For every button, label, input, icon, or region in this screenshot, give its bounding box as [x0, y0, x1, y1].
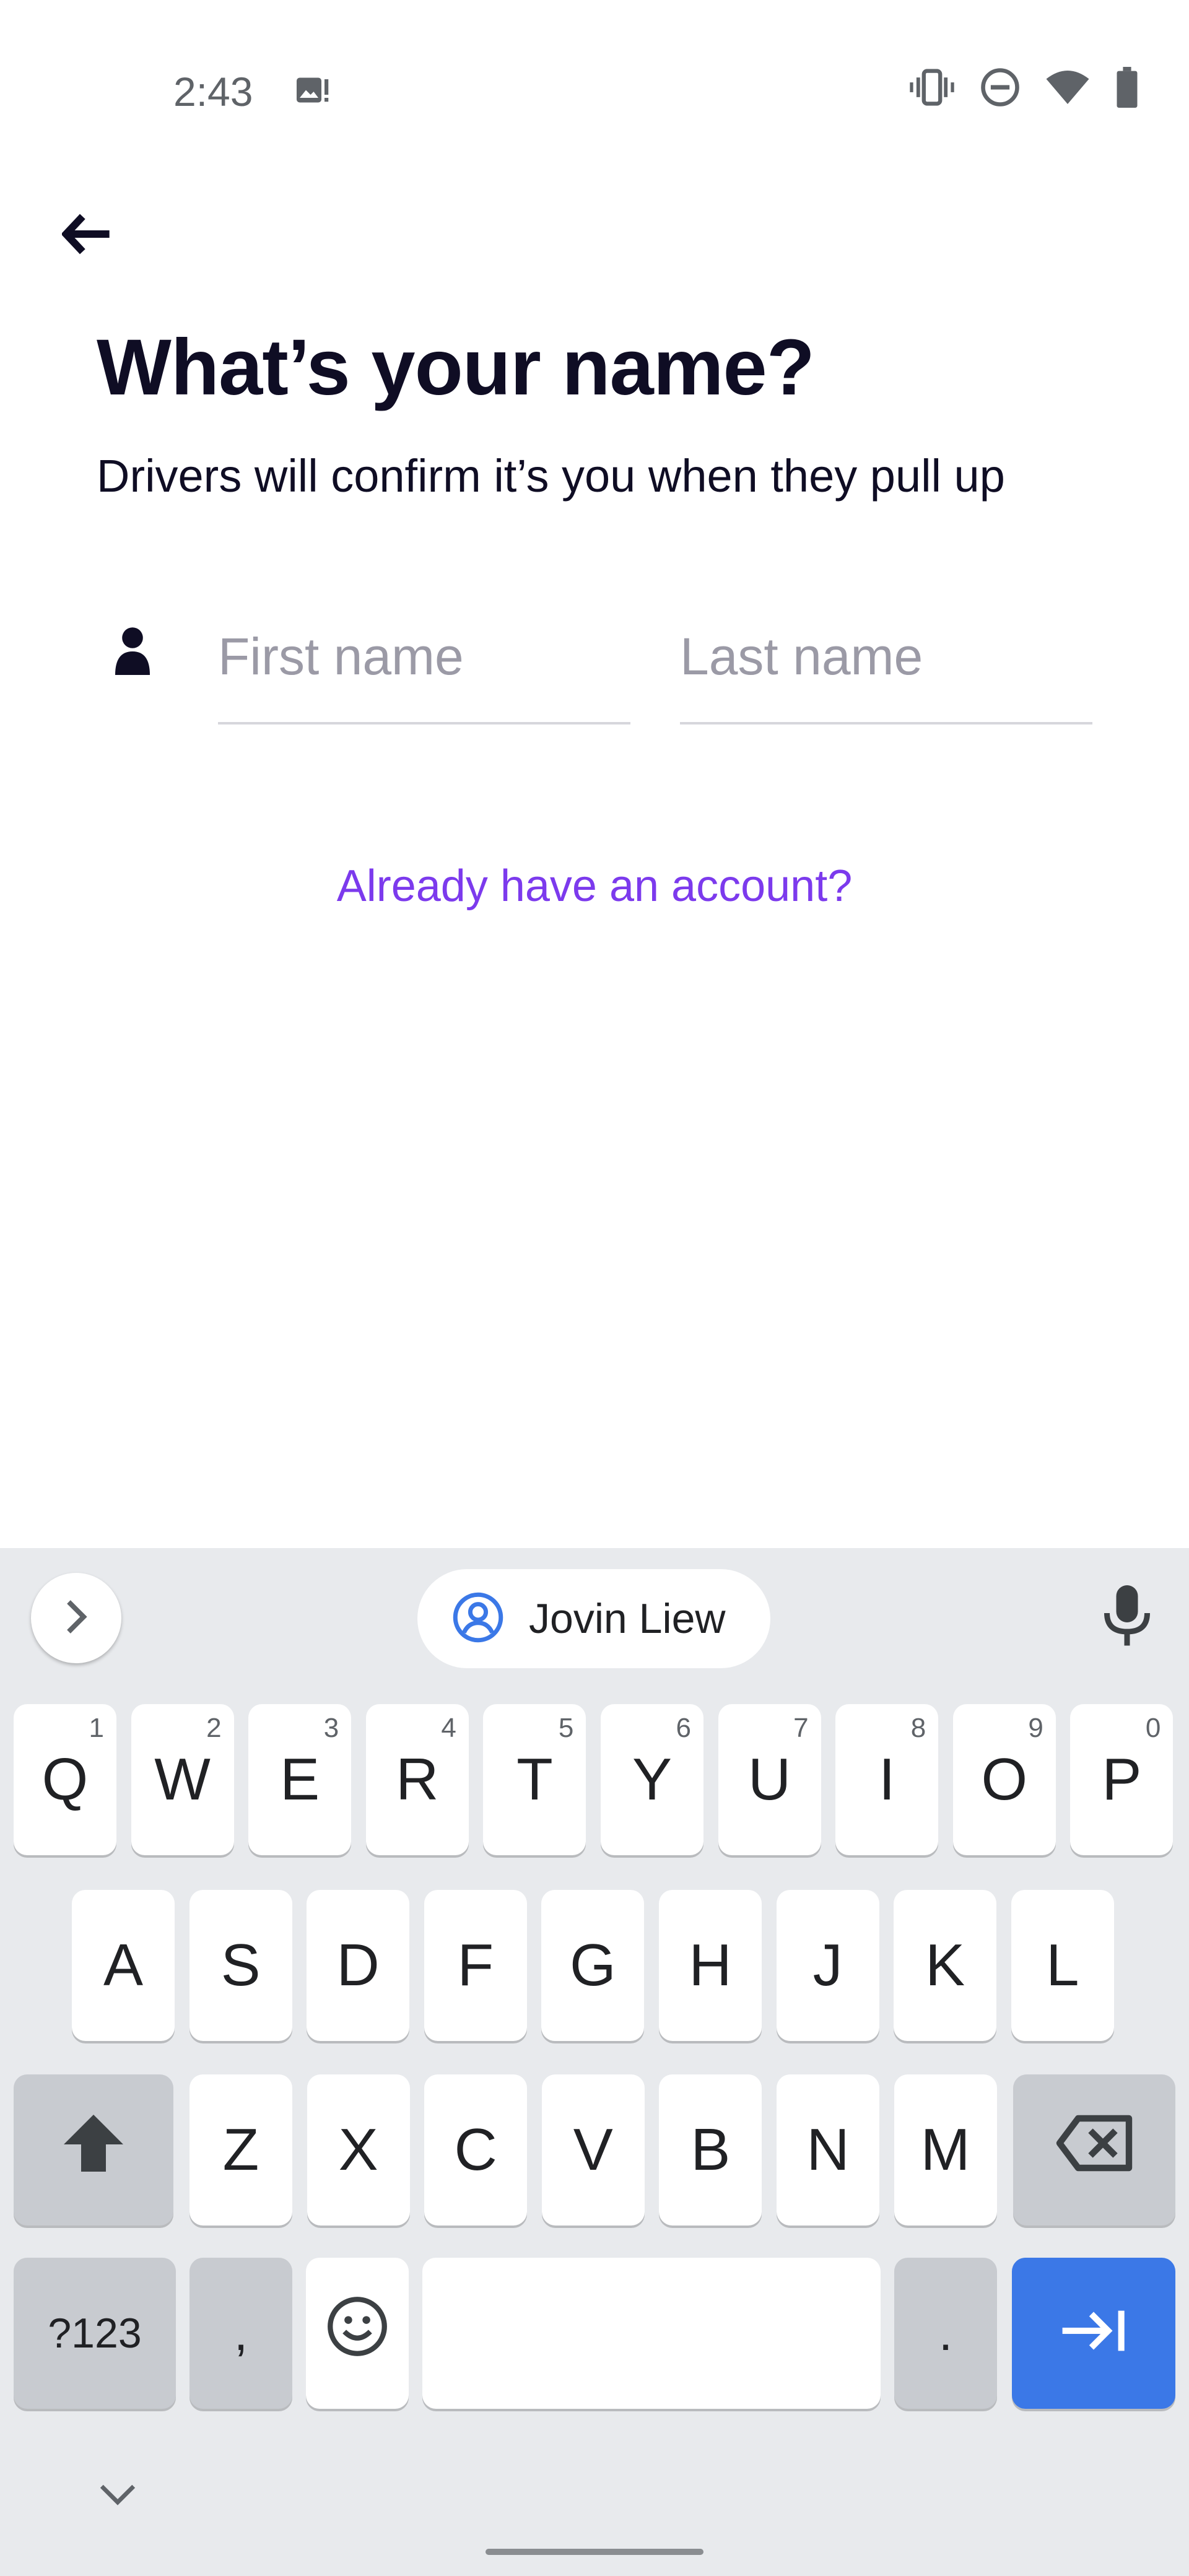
last-name-input[interactable]: [680, 613, 1092, 700]
key-label: R: [396, 1746, 439, 1812]
first-name-field[interactable]: [218, 613, 630, 724]
key-hint: 2: [206, 1713, 222, 1743]
key-hint: 1: [89, 1713, 104, 1743]
key-l[interactable]: L: [1011, 1890, 1114, 2041]
backspace-icon: [1056, 2115, 1133, 2186]
contact-suggestion-chip[interactable]: Jovin Liew: [417, 1569, 770, 1668]
key-e[interactable]: E3: [248, 1704, 352, 1855]
key-j[interactable]: J: [776, 1890, 879, 2041]
key-z[interactable]: Z: [189, 2074, 292, 2226]
chevron-right-icon: [64, 1599, 89, 1637]
key-label: Q: [41, 1746, 89, 1812]
key-r[interactable]: R4: [365, 1704, 469, 1855]
keyboard-expand-button[interactable]: [31, 1573, 121, 1663]
key-y[interactable]: Y6: [601, 1704, 703, 1855]
key-n[interactable]: N: [777, 2074, 879, 2226]
key-k[interactable]: K: [894, 1890, 997, 2041]
key-h[interactable]: H: [659, 1890, 762, 2041]
backspace-key[interactable]: [1013, 2074, 1175, 2226]
key-p[interactable]: P0: [1070, 1704, 1174, 1855]
key-label: P: [1102, 1746, 1142, 1812]
key-m[interactable]: M: [894, 2074, 997, 2226]
suggestion-label: Jovin Liew: [529, 1595, 726, 1642]
key-hint: 8: [910, 1713, 926, 1743]
back-button[interactable]: [56, 204, 118, 266]
key-v[interactable]: V: [541, 2074, 645, 2226]
shift-key[interactable]: [14, 2074, 173, 2226]
key-i[interactable]: I8: [835, 1704, 939, 1855]
status-bar: 2:43: [0, 0, 1189, 186]
account-circle-icon: [452, 1591, 504, 1647]
status-time: 2:43: [173, 69, 253, 115]
key-g[interactable]: G: [541, 1890, 645, 2041]
battery-icon: [1115, 67, 1139, 108]
key-t[interactable]: T5: [483, 1704, 586, 1855]
key-hint: 5: [558, 1713, 574, 1743]
key-label: U: [747, 1746, 791, 1812]
key-hint: 0: [1145, 1713, 1161, 1743]
emoji-key[interactable]: [306, 2258, 409, 2409]
key-d[interactable]: D: [307, 1890, 410, 2041]
last-name-field[interactable]: [680, 613, 1092, 724]
microphone-button[interactable]: [1102, 1585, 1152, 1650]
key-hint: 6: [676, 1713, 691, 1743]
key-u[interactable]: U7: [718, 1704, 821, 1855]
key-label: T: [516, 1746, 553, 1812]
page-subtitle: Drivers will confirm it’s you when they …: [97, 450, 1005, 502]
key-label: I: [878, 1746, 895, 1812]
key-hint: 7: [793, 1713, 809, 1743]
key-label: Y: [632, 1746, 673, 1812]
symbols-key[interactable]: ?123: [14, 2258, 176, 2409]
tab-next-icon: [1060, 2299, 1128, 2367]
key-b[interactable]: B: [659, 2074, 762, 2226]
chevron-down-icon: [99, 2484, 136, 2508]
microphone-icon: [1102, 1585, 1152, 1650]
key-f[interactable]: F: [424, 1890, 527, 2041]
key-s[interactable]: S: [189, 1890, 292, 2041]
key-w[interactable]: W2: [131, 1704, 234, 1855]
key-hint: 3: [323, 1713, 339, 1743]
vibrate-icon: [909, 67, 955, 107]
image-alert-icon: [294, 73, 331, 113]
period-key[interactable]: .: [894, 2258, 997, 2409]
key-a[interactable]: A: [72, 1890, 175, 2041]
status-icons: [909, 67, 1139, 108]
key-label: W: [154, 1746, 211, 1812]
key-label: E: [280, 1746, 320, 1812]
keyboard-suggestion-bar: Jovin Liew: [0, 1548, 1189, 1690]
space-key[interactable]: [422, 2258, 881, 2409]
wifi-icon: [1045, 69, 1090, 106]
hide-keyboard-button[interactable]: [99, 2483, 136, 2509]
shift-icon: [61, 2112, 126, 2188]
key-x[interactable]: X: [307, 2074, 410, 2226]
first-name-input[interactable]: [218, 613, 630, 700]
key-hint: 9: [1028, 1713, 1043, 1743]
page-title: What’s your name?: [97, 323, 815, 412]
gesture-navigation-bar[interactable]: [486, 2549, 703, 2555]
key-c[interactable]: C: [424, 2074, 528, 2226]
key-hint: 4: [441, 1713, 456, 1743]
next-key[interactable]: [1012, 2258, 1175, 2409]
arrow-left-icon: [61, 212, 111, 259]
comma-key[interactable]: ,: [189, 2258, 292, 2409]
emoji-icon: [326, 2295, 388, 2372]
key-label: O: [981, 1746, 1028, 1812]
already-have-account-link[interactable]: Already have an account?: [0, 861, 1189, 912]
key-q[interactable]: Q1: [14, 1704, 116, 1855]
keyboard: Jovin Liew Q1W2E3R4T5Y6U7I8O9P0 ASDFGHJK…: [0, 1548, 1189, 2576]
key-o[interactable]: O9: [952, 1704, 1056, 1855]
do-not-disturb-icon: [980, 67, 1021, 108]
person-icon: [113, 625, 152, 678]
